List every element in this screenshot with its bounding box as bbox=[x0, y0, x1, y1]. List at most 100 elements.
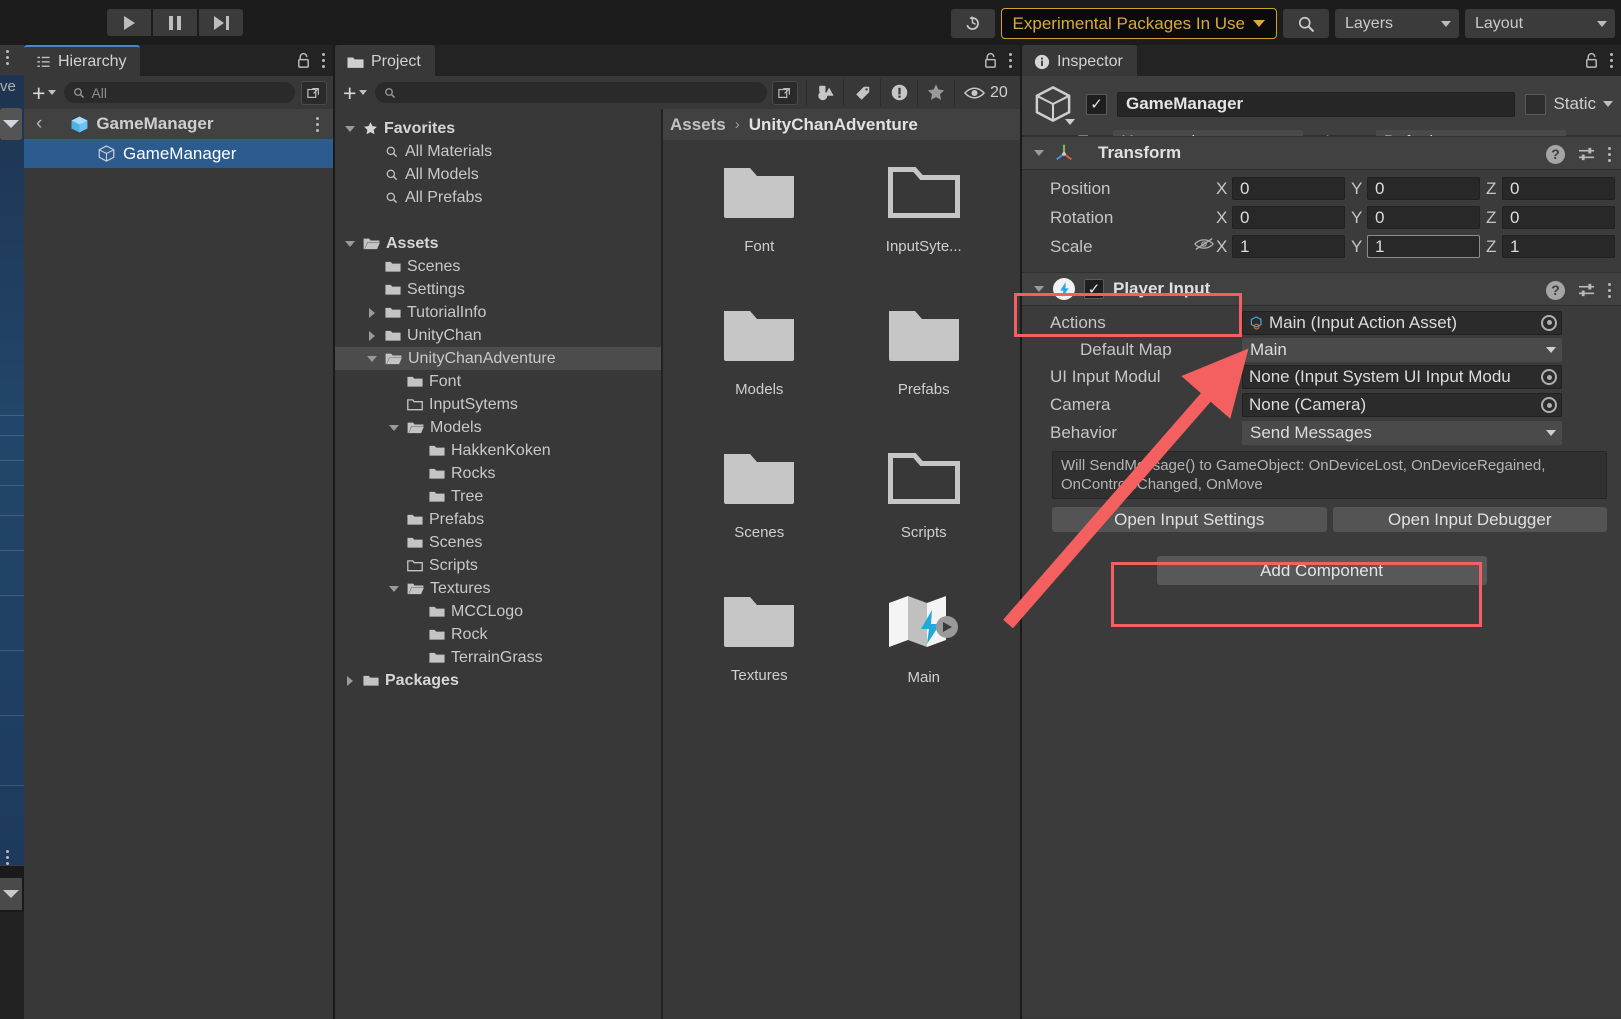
object-picker-icon[interactable] bbox=[1541, 315, 1557, 331]
project-tree-node[interactable]: TutorialInfo bbox=[335, 301, 661, 324]
lock-icon[interactable] bbox=[983, 52, 998, 69]
camera-object-field[interactable]: None (Camera) bbox=[1242, 393, 1562, 417]
experimental-packages-badge[interactable]: Experimental Packages In Use bbox=[1001, 8, 1277, 39]
breadcrumb-assets[interactable]: Assets bbox=[670, 115, 726, 135]
project-tree-node[interactable]: HakkenKoken bbox=[335, 439, 661, 462]
tab-inspector[interactable]: Inspector bbox=[1022, 45, 1137, 76]
behavior-dropdown[interactable]: Send Messages bbox=[1242, 421, 1562, 445]
project-tree-node[interactable]: Scripts bbox=[335, 554, 661, 577]
project-tree-node[interactable]: Rocks bbox=[335, 462, 661, 485]
transform-component-header[interactable]: Transform ? bbox=[1022, 136, 1621, 170]
actions-object-field[interactable]: Main (Input Action Asset) bbox=[1242, 311, 1562, 335]
layout-dropdown[interactable]: Layout bbox=[1465, 9, 1615, 38]
filter-by-type-button[interactable] bbox=[806, 79, 843, 106]
static-checkbox[interactable] bbox=[1525, 94, 1546, 115]
project-tree-node[interactable]: All Materials bbox=[335, 140, 661, 163]
chevron-down-icon[interactable] bbox=[387, 586, 401, 592]
tab-hierarchy[interactable]: Hierarchy bbox=[24, 45, 140, 76]
filter-favorites-button[interactable] bbox=[917, 79, 954, 106]
open-input-settings-button[interactable]: Open Input Settings bbox=[1052, 507, 1327, 532]
help-icon[interactable]: ? bbox=[1546, 145, 1565, 164]
constrain-proportions-off-icon[interactable] bbox=[1194, 236, 1216, 257]
asset-item[interactable]: Prefabs bbox=[842, 305, 1007, 440]
position-z-input[interactable]: 0 bbox=[1502, 177, 1615, 200]
visible-assets-count[interactable]: 20 bbox=[954, 79, 1016, 106]
chevron-down-icon[interactable] bbox=[387, 425, 401, 431]
hierarchy-breadcrumb-menu-icon[interactable] bbox=[316, 117, 319, 132]
chevron-down-icon[interactable] bbox=[343, 241, 357, 247]
project-tree-node[interactable]: Tree bbox=[335, 485, 661, 508]
project-add-button[interactable]: + bbox=[341, 83, 369, 103]
project-tree-node[interactable]: All Models bbox=[335, 163, 661, 186]
player-input-menu-icon[interactable] bbox=[1608, 283, 1611, 298]
project-tree-node[interactable]: UnityChanAdventure bbox=[335, 347, 661, 370]
hierarchy-expand-button[interactable] bbox=[301, 81, 327, 105]
project-tree-node[interactable]: Assets bbox=[335, 232, 661, 255]
add-component-button[interactable]: Add Component bbox=[1157, 556, 1487, 585]
chevron-down-icon[interactable] bbox=[365, 356, 379, 362]
chevron-down-icon[interactable] bbox=[1603, 101, 1613, 107]
project-tree-node[interactable]: Font bbox=[335, 370, 661, 393]
chevron-down-icon[interactable] bbox=[1034, 150, 1044, 156]
hierarchy-menu-icon[interactable] bbox=[322, 53, 325, 68]
project-tree-node[interactable]: Settings bbox=[335, 278, 661, 301]
scale-x-input[interactable]: 1 bbox=[1232, 235, 1345, 258]
tab-project[interactable]: Project bbox=[335, 45, 435, 76]
chevron-left-icon[interactable]: ‹ bbox=[36, 113, 42, 135]
project-tree-node[interactable]: UnityChan bbox=[335, 324, 661, 347]
project-tree-node[interactable]: All Prefabs bbox=[335, 186, 661, 209]
ui-input-module-object-field[interactable]: None (Input System UI Input Modu bbox=[1242, 365, 1562, 389]
rotation-x-input[interactable]: 0 bbox=[1232, 206, 1345, 229]
hierarchy-row-gamemanager[interactable]: GameManager bbox=[24, 139, 333, 168]
filter-warnings-button[interactable] bbox=[880, 79, 917, 106]
chevron-right-icon[interactable] bbox=[343, 676, 357, 686]
asset-item[interactable]: Main bbox=[842, 591, 1007, 726]
project-menu-icon[interactable] bbox=[1009, 53, 1012, 68]
filter-by-label-button[interactable] bbox=[843, 79, 880, 106]
asset-item[interactable]: Scenes bbox=[677, 448, 842, 583]
project-tree-node[interactable]: Models bbox=[335, 416, 661, 439]
history-button[interactable] bbox=[951, 9, 995, 38]
transform-menu-icon[interactable] bbox=[1608, 147, 1611, 162]
global-search-button[interactable] bbox=[1283, 9, 1329, 38]
scene-overlay-menu-icon[interactable] bbox=[6, 50, 9, 65]
asset-item[interactable]: InputSyte... bbox=[842, 162, 1007, 297]
layers-dropdown[interactable]: Layers bbox=[1335, 9, 1459, 38]
breadcrumb-current[interactable]: UnityChanAdventure bbox=[749, 115, 918, 135]
default-map-dropdown[interactable]: Main bbox=[1242, 338, 1562, 362]
project-tree-node[interactable]: Scenes bbox=[335, 255, 661, 278]
project-tree-node[interactable]: Textures bbox=[335, 577, 661, 600]
asset-item[interactable]: Font bbox=[677, 162, 842, 297]
scene-overlay-dropdown-bottom[interactable] bbox=[0, 878, 22, 910]
player-input-component-header[interactable]: ✓ Player Input ? bbox=[1022, 272, 1621, 306]
play-button[interactable] bbox=[107, 9, 151, 36]
project-tree-node[interactable]: Prefabs bbox=[335, 508, 661, 531]
chevron-right-icon[interactable] bbox=[365, 308, 379, 318]
chevron-down-icon[interactable] bbox=[1034, 286, 1044, 292]
hierarchy-search-input[interactable]: All bbox=[64, 82, 295, 103]
scale-z-input[interactable]: 1 bbox=[1502, 235, 1615, 258]
step-button[interactable] bbox=[199, 9, 243, 36]
project-tree-node[interactable]: MCCLogo bbox=[335, 600, 661, 623]
project-expand-button[interactable] bbox=[772, 81, 798, 105]
project-tree-node[interactable]: InputSytems bbox=[335, 393, 661, 416]
lock-icon[interactable] bbox=[1584, 52, 1599, 69]
project-tree-node[interactable]: Favorites bbox=[335, 117, 661, 140]
help-icon[interactable]: ? bbox=[1546, 281, 1565, 300]
object-picker-icon[interactable] bbox=[1541, 397, 1557, 413]
open-input-debugger-button[interactable]: Open Input Debugger bbox=[1333, 507, 1608, 532]
chevron-down-icon[interactable] bbox=[1065, 119, 1075, 125]
scene-overlay-dropdown[interactable] bbox=[0, 108, 22, 140]
chevron-down-icon[interactable] bbox=[343, 126, 357, 132]
hierarchy-add-button[interactable]: + bbox=[30, 83, 58, 103]
rotation-y-input[interactable]: 0 bbox=[1367, 206, 1480, 229]
rotation-z-input[interactable]: 0 bbox=[1502, 206, 1615, 229]
gameobject-enabled-checkbox[interactable]: ✓ bbox=[1086, 94, 1107, 115]
scale-y-input[interactable]: 1 bbox=[1367, 235, 1480, 258]
asset-item[interactable]: Textures bbox=[677, 591, 842, 726]
project-tree-node[interactable]: TerrainGrass bbox=[335, 646, 661, 669]
project-tree-node[interactable]: Rock bbox=[335, 623, 661, 646]
asset-item[interactable]: Models bbox=[677, 305, 842, 440]
pause-button[interactable] bbox=[153, 9, 197, 36]
project-search-input[interactable] bbox=[375, 82, 767, 103]
